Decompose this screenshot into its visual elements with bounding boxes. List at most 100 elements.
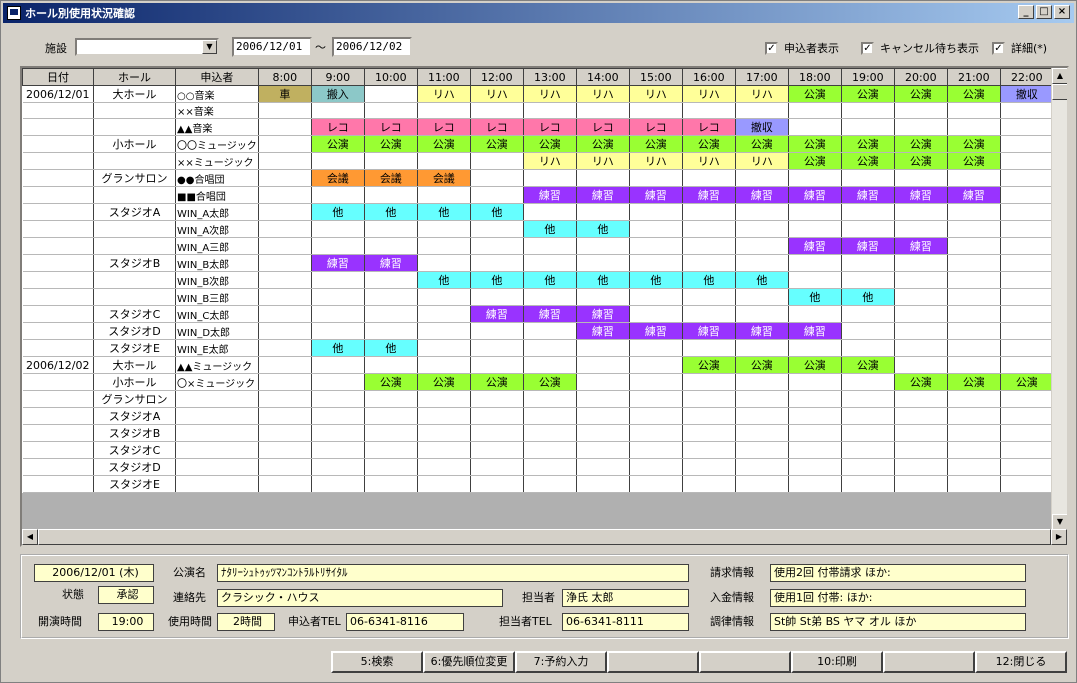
applicant-cell[interactable]: 〇×ミュージック [175, 373, 259, 391]
time-slot-cell[interactable]: 会議 [364, 169, 418, 187]
time-slot-cell[interactable] [258, 373, 312, 391]
time-slot-cell[interactable] [947, 254, 1001, 272]
applicant-cell[interactable]: ▲▲音楽 [175, 118, 259, 136]
show-detail-checkbox[interactable]: ✓ 詳細(*) [992, 40, 1047, 56]
hall-cell[interactable]: スタジオD [93, 322, 176, 340]
time-slot-cell[interactable] [258, 475, 312, 493]
show-waitlist-checkbox[interactable]: ✓ キャンセル待ち表示 [861, 40, 979, 56]
time-slot-cell[interactable] [841, 407, 895, 425]
time-slot-cell[interactable] [1000, 356, 1054, 374]
time-slot-cell[interactable] [364, 322, 418, 340]
time-slot-cell[interactable] [682, 407, 736, 425]
time-slot-cell[interactable] [841, 305, 895, 323]
time-slot-cell[interactable] [682, 237, 736, 255]
hall-cell[interactable]: スタジオA [93, 203, 176, 221]
date-cell[interactable] [22, 135, 94, 153]
time-column-header[interactable]: 11:00 [416, 68, 471, 86]
date-cell[interactable] [22, 458, 94, 476]
time-slot-cell[interactable] [841, 441, 895, 459]
time-slot-cell[interactable]: 他 [576, 220, 630, 238]
time-slot-cell[interactable]: 搬入 [311, 85, 365, 103]
time-slot-cell[interactable]: リハ [735, 152, 789, 170]
time-slot-cell[interactable] [417, 407, 471, 425]
time-slot-cell[interactable] [364, 271, 418, 289]
hall-cell[interactable]: スタジオB [93, 254, 176, 272]
time-slot-cell[interactable]: 他 [470, 271, 524, 289]
time-slot-cell[interactable] [1000, 203, 1054, 221]
time-slot-cell[interactable]: 他 [417, 203, 471, 221]
time-slot-cell[interactable] [841, 475, 895, 493]
time-slot-cell[interactable] [258, 118, 312, 136]
time-slot-cell[interactable] [1000, 118, 1054, 136]
time-slot-cell[interactable] [417, 254, 471, 272]
time-slot-cell[interactable] [470, 475, 524, 493]
time-slot-cell[interactable] [1000, 305, 1054, 323]
time-slot-cell[interactable]: 公演 [523, 135, 577, 153]
hall-cell[interactable]: スタジオE [93, 475, 176, 493]
applicant-cell[interactable] [175, 475, 259, 493]
time-slot-cell[interactable]: レコ [417, 118, 471, 136]
time-slot-cell[interactable] [947, 237, 1001, 255]
time-slot-cell[interactable]: 練習 [629, 186, 683, 204]
time-slot-cell[interactable] [735, 305, 789, 323]
time-slot-cell[interactable] [258, 288, 312, 306]
time-slot-cell[interactable] [841, 458, 895, 476]
time-slot-cell[interactable]: 練習 [947, 186, 1001, 204]
time-slot-cell[interactable] [417, 458, 471, 476]
time-slot-cell[interactable]: 他 [576, 271, 630, 289]
time-slot-cell[interactable] [417, 305, 471, 323]
time-slot-cell[interactable]: 公演 [788, 152, 842, 170]
time-slot-cell[interactable] [788, 169, 842, 187]
time-slot-cell[interactable] [523, 441, 577, 459]
hall-cell[interactable] [93, 220, 176, 238]
time-slot-cell[interactable] [258, 237, 312, 255]
time-slot-cell[interactable] [523, 322, 577, 340]
time-slot-cell[interactable] [417, 152, 471, 170]
time-slot-cell[interactable] [417, 424, 471, 442]
priority-change-button[interactable]: 6:優先順位変更 [423, 651, 515, 673]
time-slot-cell[interactable] [364, 390, 418, 408]
time-slot-cell[interactable] [311, 356, 365, 374]
time-slot-cell[interactable] [311, 458, 365, 476]
time-slot-cell[interactable]: 公演 [947, 152, 1001, 170]
applicant-cell[interactable]: ■■合唱団 [175, 186, 259, 204]
applicant-cell[interactable] [175, 407, 259, 425]
hall-cell[interactable] [93, 152, 176, 170]
vertical-scroll-thumb[interactable] [1052, 84, 1067, 100]
time-slot-cell[interactable] [470, 458, 524, 476]
time-slot-cell[interactable]: 公演 [311, 135, 365, 153]
time-slot-cell[interactable] [735, 254, 789, 272]
time-slot-cell[interactable] [576, 356, 630, 374]
hall-cell[interactable]: スタジオB [93, 424, 176, 442]
time-slot-cell[interactable]: 公演 [417, 373, 471, 391]
time-slot-cell[interactable] [470, 102, 524, 119]
time-slot-cell[interactable] [735, 390, 789, 408]
time-slot-cell[interactable] [1000, 322, 1054, 340]
search-button[interactable]: 5:検索 [331, 651, 423, 673]
time-slot-cell[interactable] [947, 339, 1001, 357]
time-slot-cell[interactable] [735, 424, 789, 442]
applicant-cell[interactable]: WIN_A三郎 [175, 237, 259, 255]
time-slot-cell[interactable]: リハ [576, 85, 630, 103]
time-slot-cell[interactable] [947, 322, 1001, 340]
time-slot-cell[interactable] [682, 169, 736, 187]
time-slot-cell[interactable] [629, 220, 683, 238]
time-slot-cell[interactable] [364, 85, 418, 103]
time-slot-cell[interactable] [364, 237, 418, 255]
hall-cell[interactable]: 大ホール [93, 356, 176, 374]
time-slot-cell[interactable]: 公演 [523, 373, 577, 391]
time-slot-cell[interactable] [258, 220, 312, 238]
time-slot-cell[interactable] [576, 339, 630, 357]
time-slot-cell[interactable] [735, 169, 789, 187]
time-slot-cell[interactable] [1000, 458, 1054, 476]
date-from-field[interactable]: 2006/12/01 [232, 37, 312, 57]
time-slot-cell[interactable] [629, 441, 683, 459]
time-slot-cell[interactable]: リハ [576, 152, 630, 170]
time-slot-cell[interactable] [364, 305, 418, 323]
time-slot-cell[interactable]: 公演 [894, 85, 948, 103]
scroll-left-icon[interactable]: ◀ [22, 529, 38, 545]
time-slot-cell[interactable]: 公演 [894, 135, 948, 153]
applicant-cell[interactable]: ××音楽 [175, 102, 259, 119]
time-slot-cell[interactable] [788, 254, 842, 272]
time-slot-cell[interactable] [682, 254, 736, 272]
